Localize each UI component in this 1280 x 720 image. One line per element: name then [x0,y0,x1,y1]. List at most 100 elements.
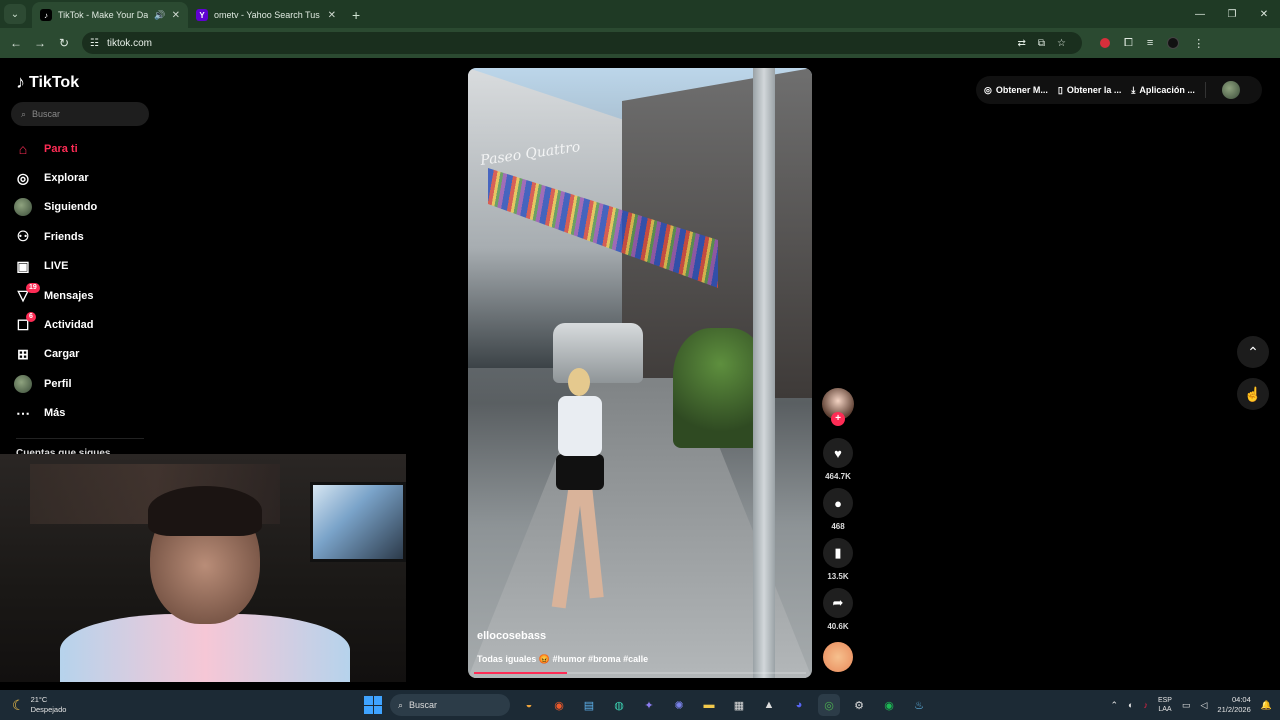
lang-code: ESP [1157,697,1172,704]
language-indicator[interactable]: ESP LAA [1158,696,1172,714]
get-coins-label: Obtener M... [995,85,1048,95]
close-icon[interactable]: ✕ [328,10,336,21]
video-progress-bar[interactable] [474,672,806,674]
user-avatar[interactable] [1221,81,1240,99]
search-input[interactable]: ⌕ Buscar [11,102,149,126]
new-tab-button[interactable]: + [352,7,360,23]
divider [1204,82,1206,98]
minimize-button[interactable]: — [1184,0,1216,28]
file-explorer-icon[interactable]: ▬ [698,694,720,716]
top-actions-bar: ◎ Obtener M... ▯ Obtener la ... ⤓ Aplicació… [976,76,1262,104]
tiktok-logo[interactable]: ♪ TikTok [16,72,79,93]
close-window-button[interactable]: ✕ [1248,0,1280,28]
windows-start-icon[interactable] [364,696,382,714]
save-button[interactable]: ▮ [823,538,853,568]
sidebar-item-label: Siguiendo [44,201,98,214]
install-icon[interactable]: ⧉ [1038,38,1045,49]
share-button[interactable]: ➦ [823,588,853,618]
sidebar-item-actividad[interactable]: ☐ 6 Actividad [14,310,154,339]
notification-icon[interactable]: 🔔 [1261,700,1272,711]
runner-top [558,396,602,456]
next-video-button[interactable]: ☝ [1237,378,1269,410]
more-icon: ⋯ [16,404,30,421]
extension-record-icon[interactable] [1100,38,1110,48]
menu-kebab-icon[interactable]: ⋮ [1193,37,1204,50]
copilot-app-icon[interactable]: ✦ [638,694,660,716]
speaker-icon[interactable]: 🔊 [154,10,165,21]
taskbar-search[interactable]: ⌕ Buscar [390,694,510,716]
sidebar-item-para-ti[interactable]: ⌂ Para ti [14,134,154,163]
extensions-puzzle-icon[interactable]: ⧠ [1124,37,1133,50]
sidebar-item-mas[interactable]: ⋯ Más [14,399,154,428]
street-pole [753,68,775,678]
get-app-button[interactable]: ▯ Obtener la ... [1058,85,1121,96]
volume-icon[interactable]: ◁ [1200,700,1207,711]
sidebar-item-live[interactable]: ▣ LIVE [14,252,154,281]
video-author[interactable]: ellocosebass [477,630,546,642]
chevron-up-icon[interactable]: ⌃ [1110,700,1118,711]
epic-games-icon[interactable]: ▦ [728,694,750,716]
weather-widget[interactable]: ☾ 21°C Despejado [12,695,132,715]
tray-app-icon[interactable]: ◐ [1128,700,1133,710]
site-info-icon[interactable]: ☷ [90,38,99,49]
unity-app-icon[interactable]: ▲ [758,694,780,716]
steam-app-icon[interactable]: ♨ [908,694,930,716]
previous-video-button[interactable]: ⌃ [1237,336,1269,368]
edge-app-icon[interactable]: ◍ [608,694,630,716]
reading-list-icon[interactable]: ≡ [1147,37,1153,49]
chrome-app-icon[interactable]: ◎ [818,694,840,716]
notepad-app-icon[interactable]: ▤ [578,694,600,716]
translate-icon[interactable]: ⇄ [1018,38,1026,49]
url-field[interactable]: ☷ tiktok.com ⇄ ⧉ ☆ [82,32,1082,54]
desktop-app-label: Aplicación ... [1139,85,1195,95]
heart-icon: ♥ [834,445,842,461]
like-button[interactable]: ♥ [823,438,853,468]
teams-app-icon[interactable]: ✺ [668,694,690,716]
search-icon: ⌕ [21,108,27,119]
forward-button[interactable]: → [28,36,52,50]
sidebar-item-perfil[interactable]: Perfil [14,369,154,398]
sidebar-item-cargar[interactable]: ⊞ Cargar [14,340,154,369]
video-player[interactable]: Paseo Quattro ellocosebass Todas iguales… [468,68,812,678]
burger-app-icon[interactable]: ◒ [518,694,540,716]
desktop-app-button[interactable]: ⤓ Aplicación ... [1131,85,1195,96]
close-icon[interactable]: ✕ [172,10,180,21]
runner-head [568,368,590,396]
sidebar-item-mensajes[interactable]: ▽ 19 Mensajes [14,281,154,310]
sidebar-item-friends[interactable]: ⚇ Friends [14,222,154,251]
tab-yahoo[interactable]: Y ometv - Yahoo Search Tus resul ✕ [188,2,344,28]
follow-plus-icon[interactable]: + [831,412,845,426]
obs-app-icon[interactable]: ◉ [548,694,570,716]
sidebar-item-label: LIVE [44,260,69,273]
window-controls: — ❐ ✕ [1184,0,1280,28]
upload-icon: ⊞ [17,345,29,362]
get-coins-button[interactable]: ◎ Obtener M... [984,85,1048,96]
tab-tiktok[interactable]: ♪ TikTok - Make Your Day 🔊 ✕ [32,2,188,28]
lang-layout: LAA [1158,706,1172,713]
discord-app-icon[interactable]: ◕ [788,694,810,716]
spotify-app-icon[interactable]: ◉ [878,694,900,716]
tab-title: TikTok - Make Your Day [58,10,149,20]
creator-avatar[interactable]: + [822,388,854,426]
system-tray: ⌃ ◐ ♪ ESP LAA ▭ ◁ 04:04 21/2/2026 🔔 [1110,690,1272,720]
comment-button[interactable]: ● [823,488,853,518]
tiktok-favicon-icon: ♪ [40,9,52,21]
reload-button[interactable]: ↻ [52,36,76,50]
back-button[interactable]: ← [4,36,28,50]
tab-search-button[interactable]: ⌄ [4,4,26,24]
streamer-hair [148,486,262,536]
sidebar-item-siguiendo[interactable]: Siguiendo [14,193,154,222]
tiktok-note-icon: ♪ [16,72,25,92]
microphone-icon[interactable]: ♪ [1143,700,1148,710]
steam-alt-app-icon[interactable]: ⚙ [848,694,870,716]
profile-avatar[interactable] [1167,37,1180,49]
restore-button[interactable]: ❐ [1216,0,1248,28]
following-avatar [14,198,32,217]
sidebar-nav: ⌂ Para ti ◎ Explorar Siguiendo ⚇ Friends… [14,134,154,428]
network-icon[interactable]: ▭ [1182,700,1191,711]
sidebar-item-explorar[interactable]: ◎ Explorar [14,163,154,192]
clock[interactable]: 04:04 21/2/2026 [1217,695,1250,715]
bookmark-star-icon[interactable]: ☆ [1057,38,1066,49]
sound-disc[interactable] [823,642,853,672]
live-icon: ▣ [16,257,30,274]
